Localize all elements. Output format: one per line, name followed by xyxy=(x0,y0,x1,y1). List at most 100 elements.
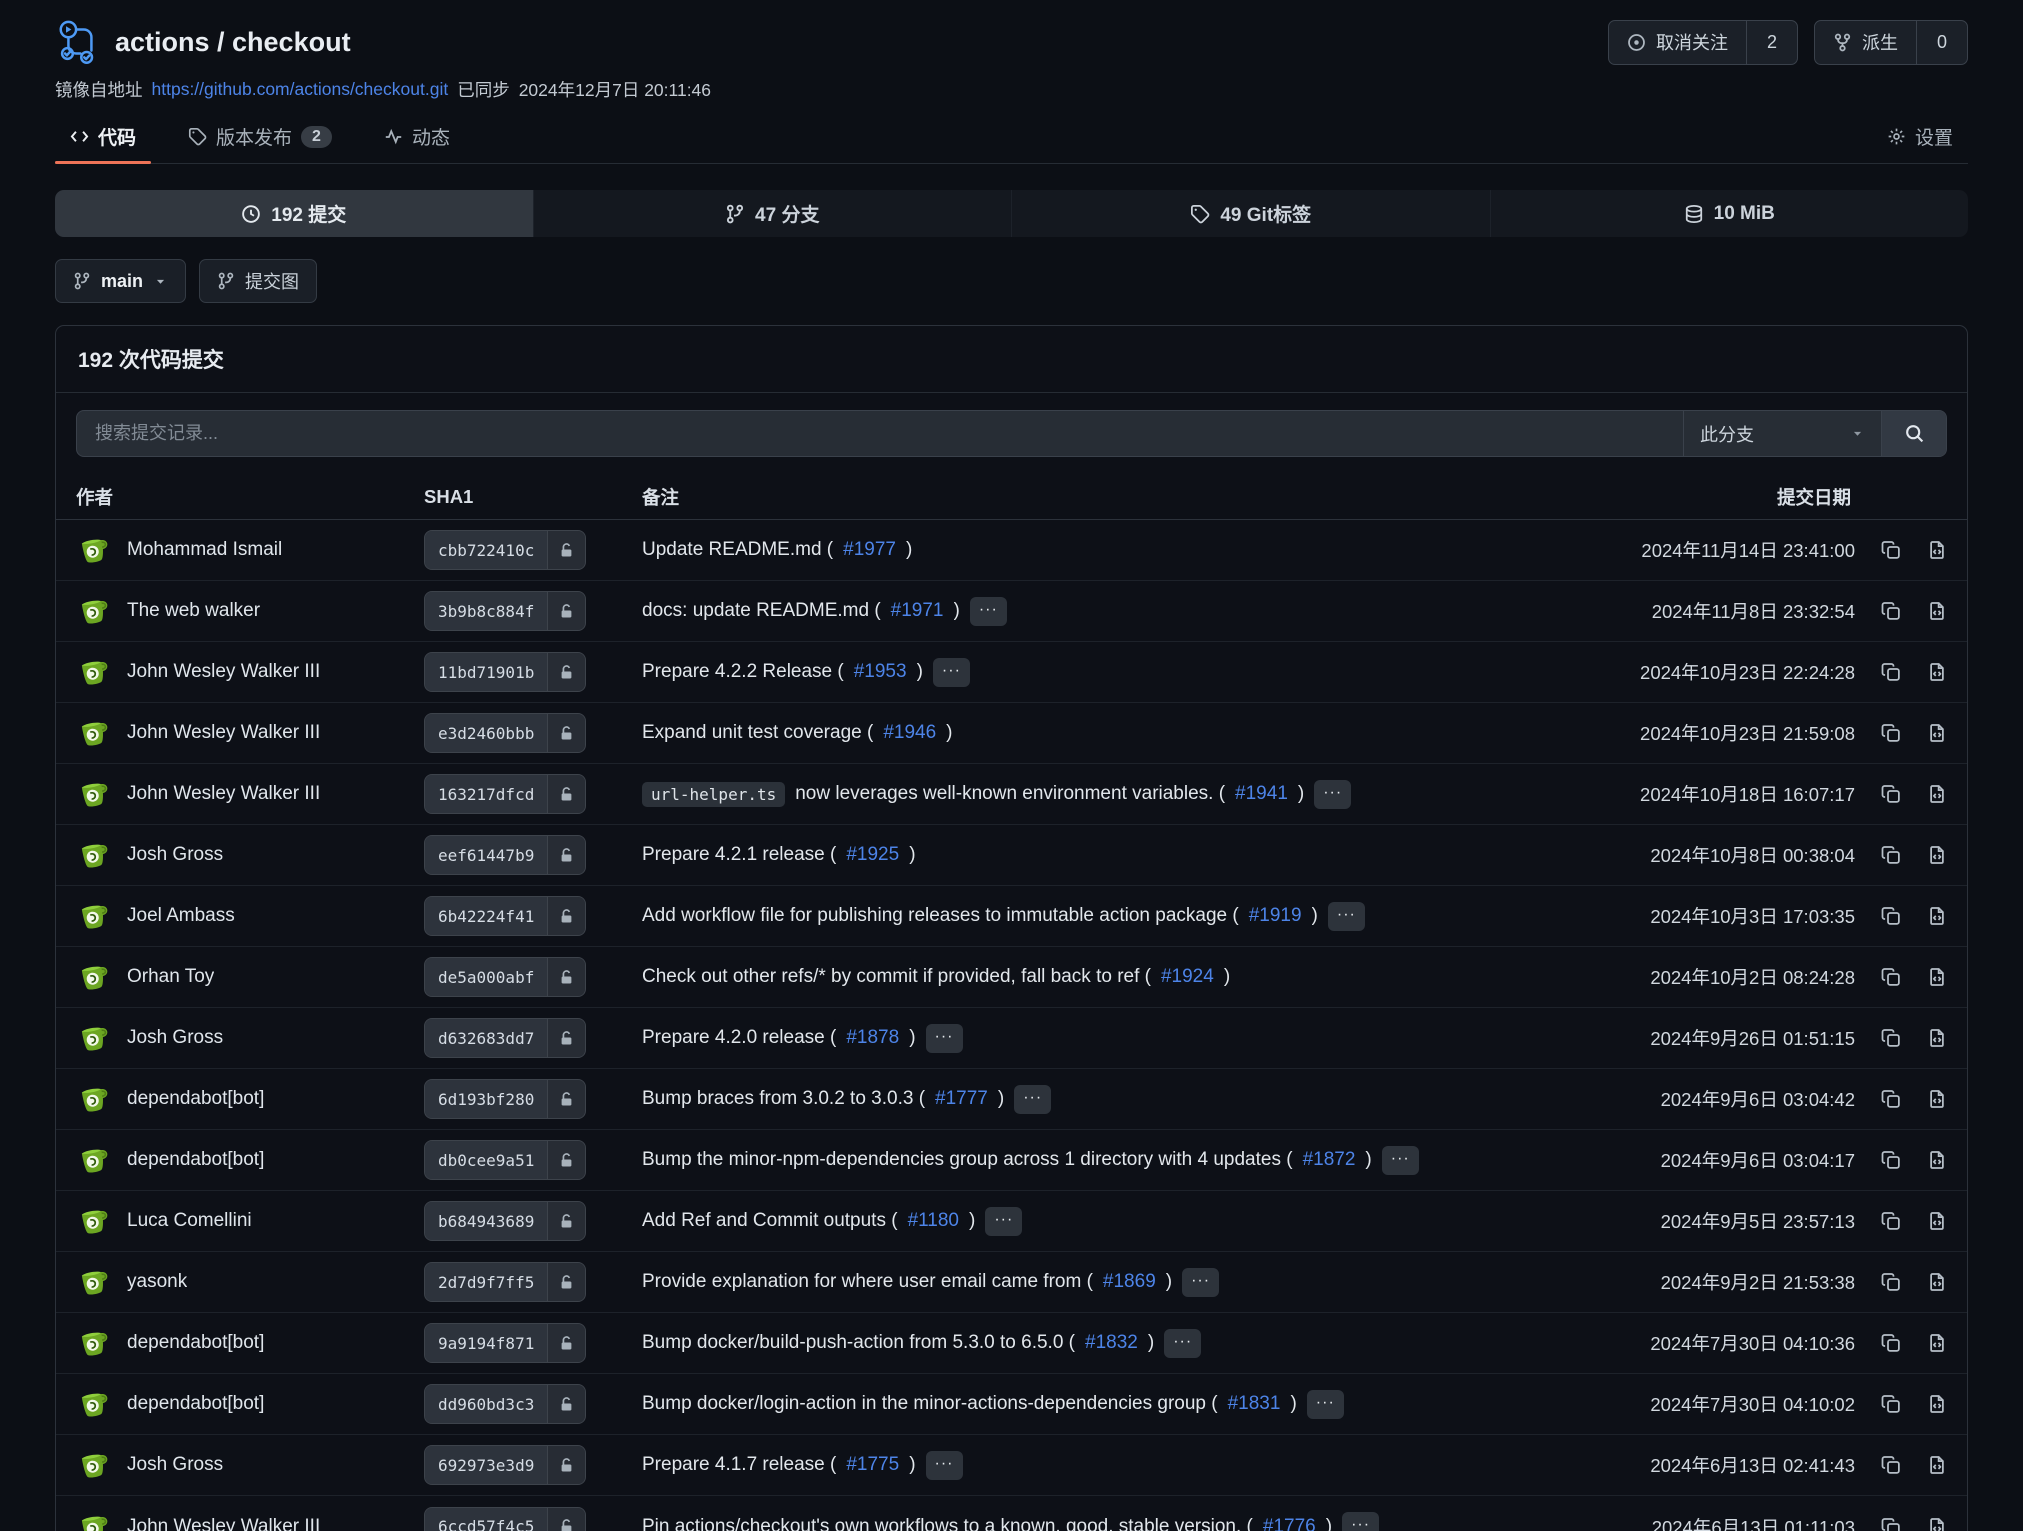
pr-link[interactable]: #1777 xyxy=(935,1088,988,1110)
commit-sha-button[interactable]: 6d193bf280 xyxy=(424,1079,586,1119)
browse-source-button[interactable] xyxy=(1927,662,1947,682)
expand-message-button[interactable]: ··· xyxy=(985,1207,1022,1236)
watchers-count-button[interactable]: 2 xyxy=(1746,21,1797,64)
copy-sha-button[interactable] xyxy=(1881,1150,1901,1170)
stats-branches[interactable]: 47 分支 xyxy=(534,190,1013,237)
commit-sha-button[interactable]: 11bd71901b xyxy=(424,652,586,692)
expand-message-button[interactable]: ··· xyxy=(970,597,1007,626)
commit-sha-button[interactable]: 3b9b8c884f xyxy=(424,591,586,631)
expand-message-button[interactable]: ··· xyxy=(1307,1390,1344,1419)
browse-source-button[interactable] xyxy=(1927,723,1947,743)
expand-message-button[interactable]: ··· xyxy=(1014,1085,1051,1114)
pr-link[interactable]: #1776 xyxy=(1263,1516,1316,1531)
expand-message-button[interactable]: ··· xyxy=(1328,902,1365,931)
pr-link[interactable]: #1869 xyxy=(1103,1271,1156,1293)
commit-sha-button[interactable]: d632683dd7 xyxy=(424,1018,586,1058)
copy-sha-button[interactable] xyxy=(1881,967,1901,987)
pr-link[interactable]: #1832 xyxy=(1085,1332,1138,1354)
browse-source-button[interactable] xyxy=(1927,1150,1947,1170)
browse-source-button[interactable] xyxy=(1927,540,1947,560)
pr-link[interactable]: #1872 xyxy=(1303,1149,1356,1171)
commit-sha-button[interactable]: de5a000abf xyxy=(424,957,586,997)
commit-sha-button[interactable]: cbb722410c xyxy=(424,530,586,570)
copy-sha-button[interactable] xyxy=(1881,1211,1901,1231)
pr-link[interactable]: #1953 xyxy=(854,661,907,683)
browse-source-button[interactable] xyxy=(1927,1028,1947,1048)
tab-activity[interactable]: 动态 xyxy=(369,123,465,163)
commit-sha-button[interactable]: eef61447b9 xyxy=(424,835,586,875)
copy-sha-button[interactable] xyxy=(1881,906,1901,926)
browse-source-button[interactable] xyxy=(1927,1517,1947,1531)
copy-sha-button[interactable] xyxy=(1881,601,1901,621)
search-button[interactable] xyxy=(1881,411,1946,456)
browse-source-button[interactable] xyxy=(1927,845,1947,865)
expand-message-button[interactable]: ··· xyxy=(1342,1512,1379,1531)
commit-date-cell: 2024年9月5日 23:57:13 xyxy=(1535,1208,1947,1234)
commit-sha-button[interactable]: b684943689 xyxy=(424,1201,586,1241)
browse-source-button[interactable] xyxy=(1927,906,1947,926)
pr-link[interactable]: #1775 xyxy=(846,1454,899,1476)
branch-scope-select[interactable]: 此分支 xyxy=(1683,411,1881,456)
forks-count-button[interactable]: 0 xyxy=(1916,21,1967,64)
stats-tags[interactable]: 49 Git标签 xyxy=(1012,190,1491,237)
copy-sha-button[interactable] xyxy=(1881,662,1901,682)
copy-sha-button[interactable] xyxy=(1881,784,1901,804)
copy-sha-button[interactable] xyxy=(1881,1089,1901,1109)
tab-settings[interactable]: 设置 xyxy=(1872,123,1968,163)
tab-code[interactable]: 代码 xyxy=(55,123,151,163)
copy-sha-button[interactable] xyxy=(1881,723,1901,743)
stats-commits[interactable]: 192 提交 xyxy=(55,190,534,237)
copy-sha-button[interactable] xyxy=(1881,1333,1901,1353)
browse-source-button[interactable] xyxy=(1927,784,1947,804)
browse-source-button[interactable] xyxy=(1927,1211,1947,1231)
pr-link[interactable]: #1925 xyxy=(846,844,899,866)
commit-sha-button[interactable]: 9a9194f871 xyxy=(424,1323,586,1363)
browse-source-button[interactable] xyxy=(1927,1333,1947,1353)
pr-link[interactable]: #1946 xyxy=(883,722,936,744)
pr-link[interactable]: #1180 xyxy=(908,1210,959,1232)
copy-sha-button[interactable] xyxy=(1881,540,1901,560)
expand-message-button[interactable]: ··· xyxy=(1182,1268,1219,1297)
commit-search-input[interactable] xyxy=(77,411,1683,456)
fork-button[interactable]: 派生 xyxy=(1815,21,1916,64)
pr-link[interactable]: #1941 xyxy=(1235,783,1288,805)
expand-message-button[interactable]: ··· xyxy=(933,658,970,687)
commit-graph-button[interactable]: 提交图 xyxy=(199,259,317,303)
commit-sha-button[interactable]: dd960bd3c3 xyxy=(424,1384,586,1424)
branch-selector[interactable]: main xyxy=(55,259,186,303)
copy-sha-button[interactable] xyxy=(1881,1272,1901,1292)
expand-message-button[interactable]: ··· xyxy=(926,1451,963,1480)
commit-sha-button[interactable]: 2d7d9f7ff5 xyxy=(424,1262,586,1302)
mirror-url-link[interactable]: https://github.com/actions/checkout.git xyxy=(152,79,449,100)
browse-source-button[interactable] xyxy=(1927,1272,1947,1292)
commit-sha-button[interactable]: 6b42224f41 xyxy=(424,896,586,936)
expand-message-button[interactable]: ··· xyxy=(1164,1329,1201,1358)
commit-sha-button[interactable]: 163217dfcd xyxy=(424,774,586,814)
browse-source-button[interactable] xyxy=(1927,601,1947,621)
copy-sha-button[interactable] xyxy=(1881,1394,1901,1414)
commit-sha-button[interactable]: e3d2460bbb xyxy=(424,713,586,753)
copy-sha-button[interactable] xyxy=(1881,1455,1901,1475)
stats-size[interactable]: 10 MiB xyxy=(1491,190,1969,237)
pr-link[interactable]: #1977 xyxy=(843,539,896,561)
browse-source-button[interactable] xyxy=(1927,967,1947,987)
pr-link[interactable]: #1919 xyxy=(1249,905,1302,927)
copy-sha-button[interactable] xyxy=(1881,1028,1901,1048)
expand-message-button[interactable]: ··· xyxy=(1382,1146,1419,1175)
pr-link[interactable]: #1831 xyxy=(1228,1393,1281,1415)
expand-message-button[interactable]: ··· xyxy=(1314,780,1351,809)
copy-sha-button[interactable] xyxy=(1881,845,1901,865)
commit-sha-button[interactable]: 6ccd57f4c5 xyxy=(424,1507,586,1531)
commit-sha-button[interactable]: db0cee9a51 xyxy=(424,1140,586,1180)
browse-source-button[interactable] xyxy=(1927,1394,1947,1414)
copy-sha-button[interactable] xyxy=(1881,1517,1901,1531)
pr-link[interactable]: #1971 xyxy=(891,600,944,622)
pr-link[interactable]: #1924 xyxy=(1161,966,1214,988)
unwatch-button[interactable]: 取消关注 xyxy=(1609,21,1746,64)
tab-releases[interactable]: 版本发布 2 xyxy=(173,123,347,163)
pr-link[interactable]: #1878 xyxy=(846,1027,899,1049)
browse-source-button[interactable] xyxy=(1927,1089,1947,1109)
browse-source-button[interactable] xyxy=(1927,1455,1947,1475)
expand-message-button[interactable]: ··· xyxy=(926,1024,963,1053)
commit-sha-button[interactable]: 692973e3d9 xyxy=(424,1445,586,1485)
